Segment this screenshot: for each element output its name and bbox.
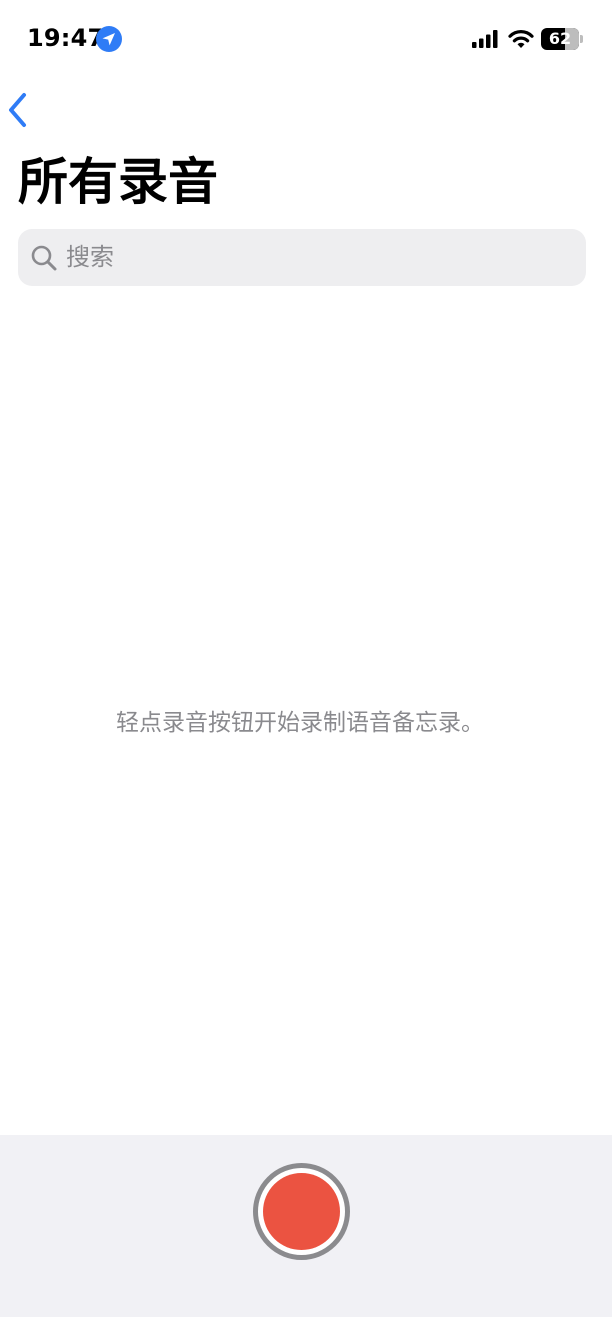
battery-level: 62 (548, 29, 572, 48)
wifi-icon (508, 30, 534, 48)
status-time: 19:47 (27, 24, 105, 52)
bottom-toolbar (0, 1135, 612, 1317)
search-placeholder: 搜索 (66, 243, 114, 271)
record-button-icon (263, 1173, 340, 1250)
location-arrow-icon (96, 26, 122, 52)
status-bar: 19:47 62 (0, 0, 612, 80)
empty-state-message: 轻点录音按钮开始录制语音备忘录。 (116, 710, 484, 736)
record-button[interactable] (253, 1163, 350, 1260)
magnifying-glass-icon (31, 245, 57, 271)
battery-icon: 62 (541, 28, 583, 50)
chevron-left-icon[interactable] (4, 90, 40, 130)
page-title: 所有录音 (18, 153, 218, 211)
cellular-signal-icon (472, 30, 498, 48)
search-input[interactable]: 搜索 (18, 229, 586, 286)
